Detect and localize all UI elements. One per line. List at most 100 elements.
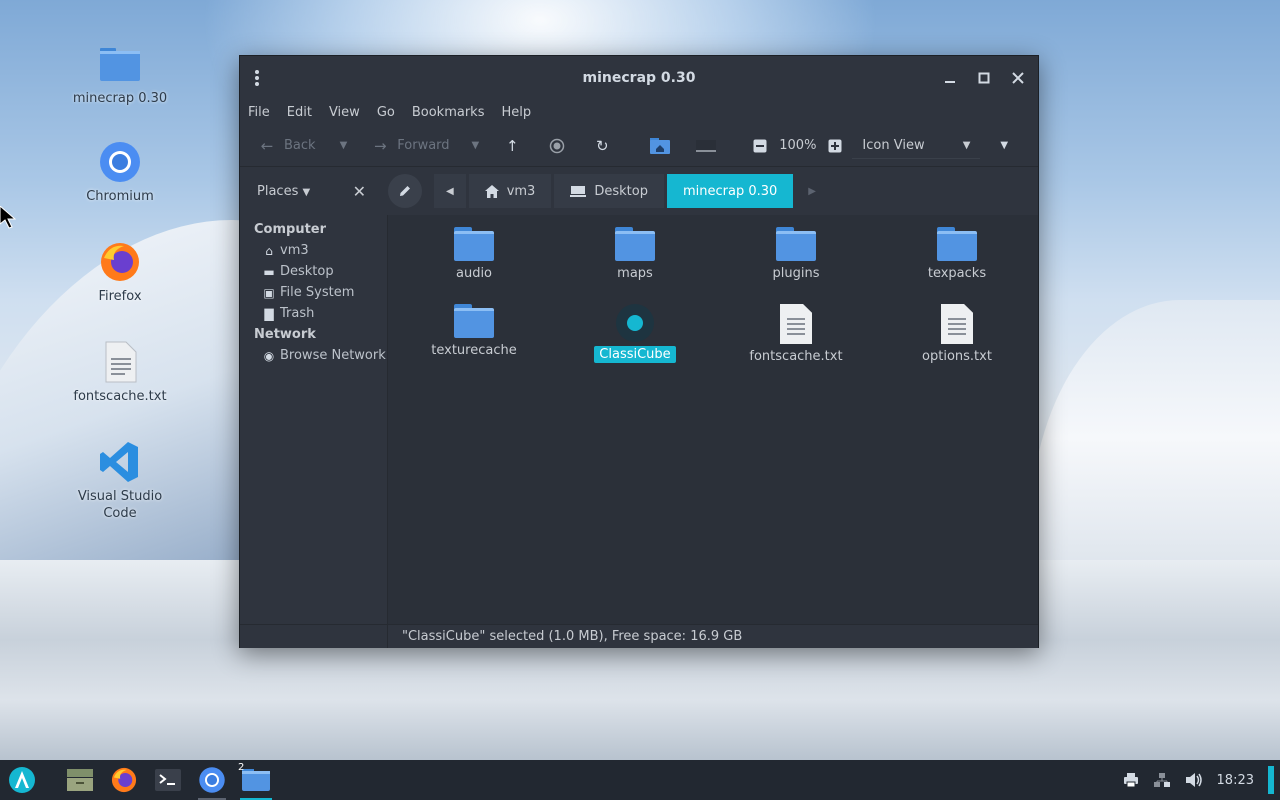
file-item-options[interactable]: options.txt [887,304,1027,365]
places-selector[interactable]: Places ▼ ✕ [240,167,388,215]
desktop-icon-chromium[interactable]: Chromium [60,140,180,205]
back-label: Back [284,138,316,153]
file-item-plugins[interactable]: plugins [726,227,866,282]
file-item-audio[interactable]: audio [404,227,544,282]
terminal-icon [155,769,181,791]
desktop-icon-minecrap[interactable]: minecrap 0.30 [60,42,180,107]
sidebar-item-vm3[interactable]: ⌂ vm3 [240,240,387,261]
menu-edit[interactable]: Edit [287,105,320,120]
edit-location-button[interactable] [388,174,422,208]
back-button[interactable]: ← Back ▼ [258,137,348,155]
network-disconnected-icon[interactable] [1153,772,1171,788]
computer-button[interactable] [695,138,717,154]
maximize-button[interactable] [972,66,996,90]
desktop-icon-firefox[interactable]: Firefox [60,240,180,305]
sidebar-item-file-system[interactable]: ▣ File System [240,282,387,303]
breadcrumb-scroll-right[interactable]: ▶ [796,174,828,208]
toolbar: ← Back ▼ → Forward ▼ ↑ ↻ 100% Icon View … [240,125,1038,167]
sidebar-header-network: Network [254,327,316,342]
desktop-icon: ▬ [263,264,275,279]
app-menu-button[interactable] [0,760,44,800]
file-label: audio [455,266,493,281]
taskbar-file-manager-active[interactable]: 2 [234,760,278,800]
window-count-badge: 2 [238,762,245,773]
desktop-icon-label: fontscache.txt [73,389,167,404]
back-history-chevron-icon[interactable]: ▼ [340,140,348,151]
menu-view[interactable]: View [329,105,368,120]
forward-history-chevron-icon[interactable]: ▼ [472,140,480,151]
breadcrumb-vm3[interactable]: vm3 [468,174,552,208]
taskbar: 2 18:23 [0,760,1280,800]
stop-button[interactable] [549,138,565,154]
desktop-icon-vscode[interactable]: Visual Studio Code [60,440,180,522]
pathbar: Places ▼ ✕ ◀ vm3 Desktop minecrap 0.30 ▶ [240,167,1038,215]
breadcrumb-minecrap[interactable]: minecrap 0.30 [666,174,794,208]
file-item-fontscache[interactable]: fontscache.txt [726,304,866,365]
menu-help[interactable]: Help [501,105,539,120]
show-desktop-button[interactable] [1268,766,1274,794]
arrow-up-icon: ↑ [505,136,519,155]
menu-file[interactable]: File [248,105,278,120]
file-label: maps [617,266,653,281]
sidebar-item-browse-network[interactable]: ◉ Browse Network [240,345,387,366]
desktop-icon-fontscache[interactable]: fontscache.txt [60,340,180,405]
home-folder-button[interactable] [649,137,671,155]
chevron-down-icon: ▼ [302,186,311,198]
file-item-texpacks[interactable]: texpacks [887,227,1027,282]
sidebar-item-label: Trash [280,306,315,321]
file-item-texturecache[interactable]: texturecache [404,304,544,359]
pencil-icon [400,186,410,196]
arch-logo-icon [9,767,35,793]
places-label: Places [257,183,299,199]
menu-go[interactable]: Go [377,105,403,120]
close-icon [1012,72,1024,84]
menu-bookmarks[interactable]: Bookmarks [412,105,493,120]
file-label: plugins [772,266,820,281]
view-mode-select[interactable]: Icon View ▼ [852,133,981,159]
sidebar-header-computer: Computer [254,222,327,237]
volume-icon[interactable] [1185,772,1203,788]
zoom-in-button[interactable] [828,139,842,153]
trash-icon: ▇ [264,306,274,321]
chromium-icon [100,142,140,182]
file-view[interactable]: audio maps plugins texpacks texturecache [388,215,1038,624]
desktop-icon [570,185,587,197]
chevron-left-icon: ◀ [446,185,454,197]
chevron-down-icon: ▼ [962,139,971,151]
up-button[interactable]: ↑ [503,137,521,155]
breadcrumb-label: vm3 [506,183,536,199]
desktop-icon-label: Firefox [98,289,142,304]
close-button[interactable] [1006,66,1030,90]
minimize-button[interactable] [938,66,962,90]
computer-icon [696,139,717,152]
reload-button[interactable]: ↻ [593,137,611,155]
sidebar-item-desktop[interactable]: ▬ Desktop [240,261,387,282]
window-title: minecrap 0.30 [582,70,696,86]
taskbar-chromium[interactable] [190,760,234,800]
taskbar-firefox[interactable] [102,760,146,800]
file-label: texturecache [431,343,517,358]
folder-icon [776,227,816,261]
file-manager-window: minecrap 0.30 File Edit View Go Bookmark… [239,55,1039,648]
view-mode-label: Icon View [862,137,925,153]
breadcrumb-scroll-left[interactable]: ◀ [434,174,466,208]
file-label: fontscache.txt [749,349,843,364]
folder-icon [454,304,494,338]
zoom-out-icon [753,139,767,152]
file-item-classicube[interactable]: ClassiCube [565,304,705,363]
window-menu-icon[interactable] [252,68,262,88]
titlebar[interactable]: minecrap 0.30 [240,56,1038,100]
taskbar-files-manager[interactable] [58,760,102,800]
sidebar-item-trash[interactable]: ▇ Trash [240,303,387,324]
file-cabinet-icon [67,769,93,791]
forward-button[interactable]: → Forward ▼ [371,137,479,155]
clock[interactable]: 18:23 [1217,773,1254,788]
printer-icon[interactable] [1123,772,1139,788]
zoom-out-button[interactable] [753,139,767,153]
breadcrumb-desktop[interactable]: Desktop [554,174,664,208]
toolbar-overflow-button[interactable]: ▼ [1000,140,1008,151]
file-item-maps[interactable]: maps [565,227,705,282]
taskbar-terminal[interactable] [146,760,190,800]
file-label: ClassiCube [594,346,676,363]
close-sidebar-icon[interactable]: ✕ [353,182,366,201]
